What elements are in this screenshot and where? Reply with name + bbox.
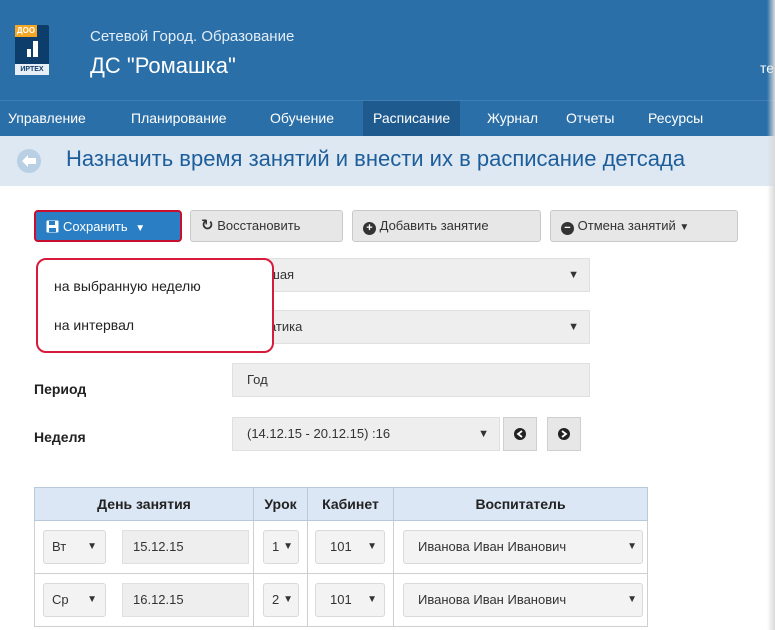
week-select[interactable]: (14.12.15 - 20.12.15) :16 ▼ [232, 417, 500, 451]
minus-circle-icon: − [561, 222, 574, 235]
chevron-down-icon: ▼ [478, 428, 489, 440]
teacher-cell: Иванова Иван Иванович ▼ [393, 520, 648, 574]
restore-button[interactable]: ↻ Восстановить [190, 210, 343, 242]
page-title-bar: Назначить время занятий и внести их в ра… [0, 136, 775, 186]
lesson-number-value: 2 [272, 592, 280, 607]
prev-week-button[interactable] [503, 417, 537, 451]
week-label: Неделя [34, 429, 86, 445]
refresh-icon: ↻ [201, 217, 214, 234]
arrow-left-circle-icon [514, 428, 526, 440]
room-value: 101 [330, 539, 352, 554]
caret-down-icon: ▼ [135, 223, 146, 234]
save-button-label: Сохранить [63, 219, 128, 234]
day-of-week-select[interactable]: Ср ▼ [43, 583, 106, 617]
period-field: Год [232, 363, 590, 397]
room-cell: 101 ▼ [307, 573, 394, 627]
subject-select[interactable]: тематика ▼ [232, 310, 590, 344]
teacher-select[interactable]: Иванова Иван Иванович ▼ [403, 530, 643, 564]
app-subtitle: Сетевой Город. Образование [90, 28, 295, 45]
lesson-date: 15.12.15 [122, 530, 249, 564]
column-header-teacher: Воспитатель [393, 487, 648, 521]
plus-circle-icon: + [363, 222, 376, 235]
day-of-week-select[interactable]: Вт ▼ [43, 530, 106, 564]
caret-down-icon: ▼ [679, 222, 690, 233]
arrow-right-circle-icon [558, 428, 570, 440]
schedule-table: День занятия Урок Кабинет Воспитатель Вт… [34, 487, 648, 627]
add-lesson-label: Добавить занятие [379, 218, 489, 233]
day-cell: Вт ▼ 15.12.15 [34, 520, 254, 574]
day-of-week-value: Вт [52, 539, 67, 554]
period-label: Период [34, 381, 87, 397]
lesson-number-select[interactable]: 2 ▼ [263, 583, 299, 617]
chevron-down-icon: ▼ [627, 594, 637, 605]
chevron-down-icon: ▼ [283, 594, 293, 605]
logo-brand: ИРТЕХ [15, 64, 49, 75]
teacher-value: Иванова Иван Иванович [418, 592, 567, 607]
week-select-value: (14.12.15 - 20.12.15) :16 [247, 426, 391, 441]
add-lesson-button[interactable]: + Добавить занятие [352, 210, 541, 242]
page-title: Назначить время занятий и внести их в ра… [66, 146, 686, 171]
lesson-date: 16.12.15 [122, 583, 249, 617]
chevron-down-icon: ▼ [568, 321, 579, 333]
nav-item-schedule[interactable]: Расписание [363, 101, 461, 136]
room-select[interactable]: 101 ▼ [315, 530, 385, 564]
nav-item-reports[interactable]: Отчеты [566, 101, 614, 136]
restore-button-label: Восстановить [217, 218, 301, 233]
room-select[interactable]: 101 ▼ [315, 583, 385, 617]
save-options-menu: на выбранную неделю на интервал [36, 258, 274, 353]
cancel-lessons-label: Отмена занятий [577, 218, 676, 233]
column-header-lesson: Урок [253, 487, 308, 521]
chevron-down-icon: ▼ [87, 594, 97, 605]
menu-item-save-selected-week[interactable]: на выбранную неделю [54, 278, 201, 294]
main-nav: Управление Планирование Обучение Расписа… [0, 100, 775, 136]
nav-item-resources[interactable]: Ресурсы [648, 101, 703, 136]
lesson-cell: 2 ▼ [253, 573, 308, 627]
nav-item-journal[interactable]: Журнал [487, 101, 538, 136]
lesson-cell: 1 ▼ [253, 520, 308, 574]
app-logo[interactable]: ДОО ИРТЕХ [15, 25, 49, 75]
table-row: Вт ▼ 15.12.15 1 ▼ 101 ▼ Иванова Иван Ива… [34, 520, 648, 574]
cancel-lessons-button[interactable]: − Отмена занятий ▼ [550, 210, 738, 242]
nav-item-planning[interactable]: Планирование [131, 101, 227, 136]
group-select[interactable]: ладшая ▼ [232, 258, 590, 292]
app-header: ДОО ИРТЕХ Сетевой Город. Образование ДС … [0, 0, 775, 100]
org-name: ДС "Ромашка" [90, 53, 236, 78]
chevron-down-icon: ▼ [283, 541, 293, 552]
next-week-button[interactable] [547, 417, 581, 451]
save-icon [46, 220, 59, 233]
chevron-down-icon: ▼ [568, 269, 579, 281]
chevron-down-icon: ▼ [367, 541, 377, 552]
save-button[interactable]: Сохранить ▼ [34, 210, 182, 242]
menu-item-save-interval[interactable]: на интервал [54, 317, 134, 333]
lesson-number-value: 1 [272, 539, 280, 554]
column-header-day: День занятия [34, 487, 254, 521]
table-header-row: День занятия Урок Кабинет Воспитатель [34, 487, 648, 521]
teacher-cell: Иванова Иван Иванович ▼ [393, 573, 648, 627]
teacher-select[interactable]: Иванова Иван Иванович ▼ [403, 583, 643, 617]
day-of-week-value: Ср [52, 592, 69, 607]
table-row: Ср ▼ 16.12.15 2 ▼ 101 ▼ Иванова Иван Ива… [34, 573, 648, 627]
teacher-value: Иванова Иван Иванович [418, 539, 567, 554]
lesson-number-select[interactable]: 1 ▼ [263, 530, 299, 564]
room-cell: 101 ▼ [307, 520, 394, 574]
room-value: 101 [330, 592, 352, 607]
logo-tag: ДОО [15, 25, 37, 37]
back-arrow-icon[interactable] [16, 148, 42, 174]
nav-item-learning[interactable]: Обучение [270, 101, 334, 136]
chevron-down-icon: ▼ [367, 594, 377, 605]
day-cell: Ср ▼ 16.12.15 [34, 573, 254, 627]
chevron-down-icon: ▼ [87, 541, 97, 552]
chevron-down-icon: ▼ [627, 541, 637, 552]
nav-item-management[interactable]: Управление [8, 101, 86, 136]
window-edge-shadow [767, 0, 775, 630]
column-header-room: Кабинет [307, 487, 394, 521]
